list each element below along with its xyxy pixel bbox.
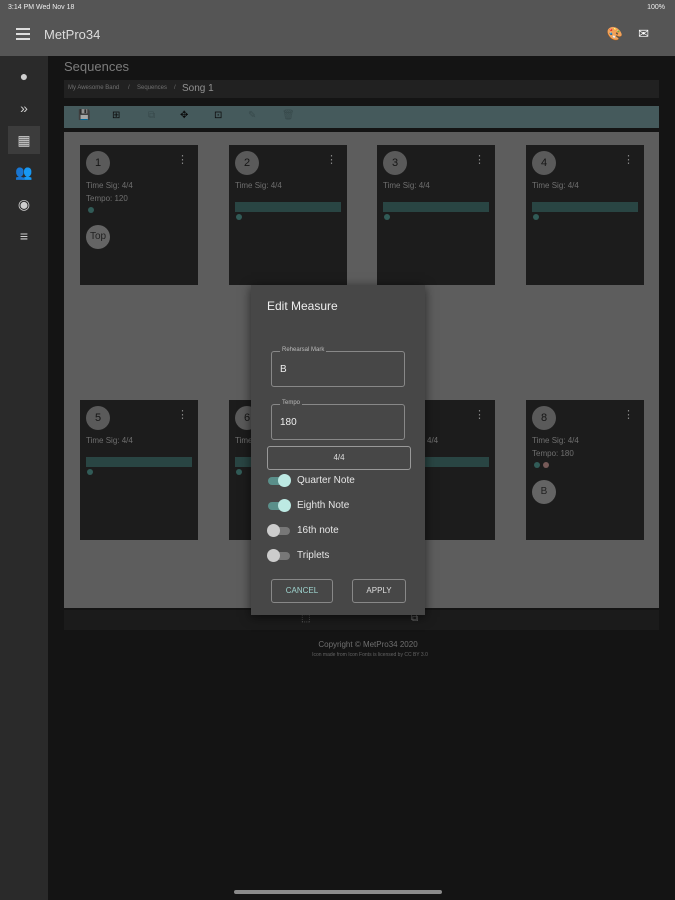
tempo-input[interactable] (280, 415, 390, 429)
rehearsal-mark-field: Rehearsal Mark (271, 347, 405, 387)
time-signature-button[interactable]: 4/4 (267, 446, 411, 470)
cancel-button[interactable]: CANCEL (271, 579, 333, 603)
app-bar: MetPro34 🎨 ✉ (0, 16, 675, 56)
toggle-label: Eighth Note (297, 500, 350, 511)
tempo-field: Tempo (271, 400, 405, 440)
rehearsal-mark-label: Rehearsal Mark (280, 347, 327, 353)
status-bar: 3:14 PM Wed Nov 18 100% (0, 0, 675, 16)
tempo-label: Tempo (280, 400, 303, 406)
home-indicator[interactable] (234, 890, 442, 894)
palette-icon[interactable]: 🎨 (607, 26, 623, 42)
quarter-note-toggle[interactable]: Quarter Note (267, 474, 417, 488)
double-chevron-icon[interactable]: » (8, 94, 40, 122)
status-time: 3:14 PM Wed Nov 18 (8, 4, 75, 11)
apply-button[interactable]: APPLY (352, 579, 406, 603)
toggle-label: Triplets (297, 550, 330, 561)
notes-icon[interactable]: ≡ (8, 222, 40, 250)
hamburger-menu-icon[interactable] (16, 28, 30, 40)
sixteenth-note-toggle[interactable]: 16th note (267, 524, 417, 538)
people-icon[interactable]: 👥 (8, 158, 40, 186)
toggle-label: Quarter Note (297, 475, 355, 486)
status-battery: 100% (647, 4, 665, 11)
triplets-toggle[interactable]: Triplets (267, 549, 417, 563)
account-icon[interactable]: ◉ (8, 190, 40, 218)
edit-measure-dialog: Edit Measure Rehearsal Mark Tempo 4/4 Qu… (251, 285, 425, 615)
dialog-title: Edit Measure (267, 299, 338, 313)
eighth-note-toggle[interactable]: Eighth Note (267, 499, 417, 513)
app-title: MetPro34 (44, 27, 101, 42)
grid-icon[interactable]: ▦ (8, 126, 40, 154)
sidebar: ● » ▦ 👥 ◉ ≡ (0, 56, 48, 900)
mail-icon[interactable]: ✉ (638, 26, 649, 42)
rehearsal-mark-input[interactable] (280, 362, 390, 376)
metronome-icon[interactable]: ● (8, 62, 40, 90)
toggle-label: 16th note (297, 525, 339, 536)
